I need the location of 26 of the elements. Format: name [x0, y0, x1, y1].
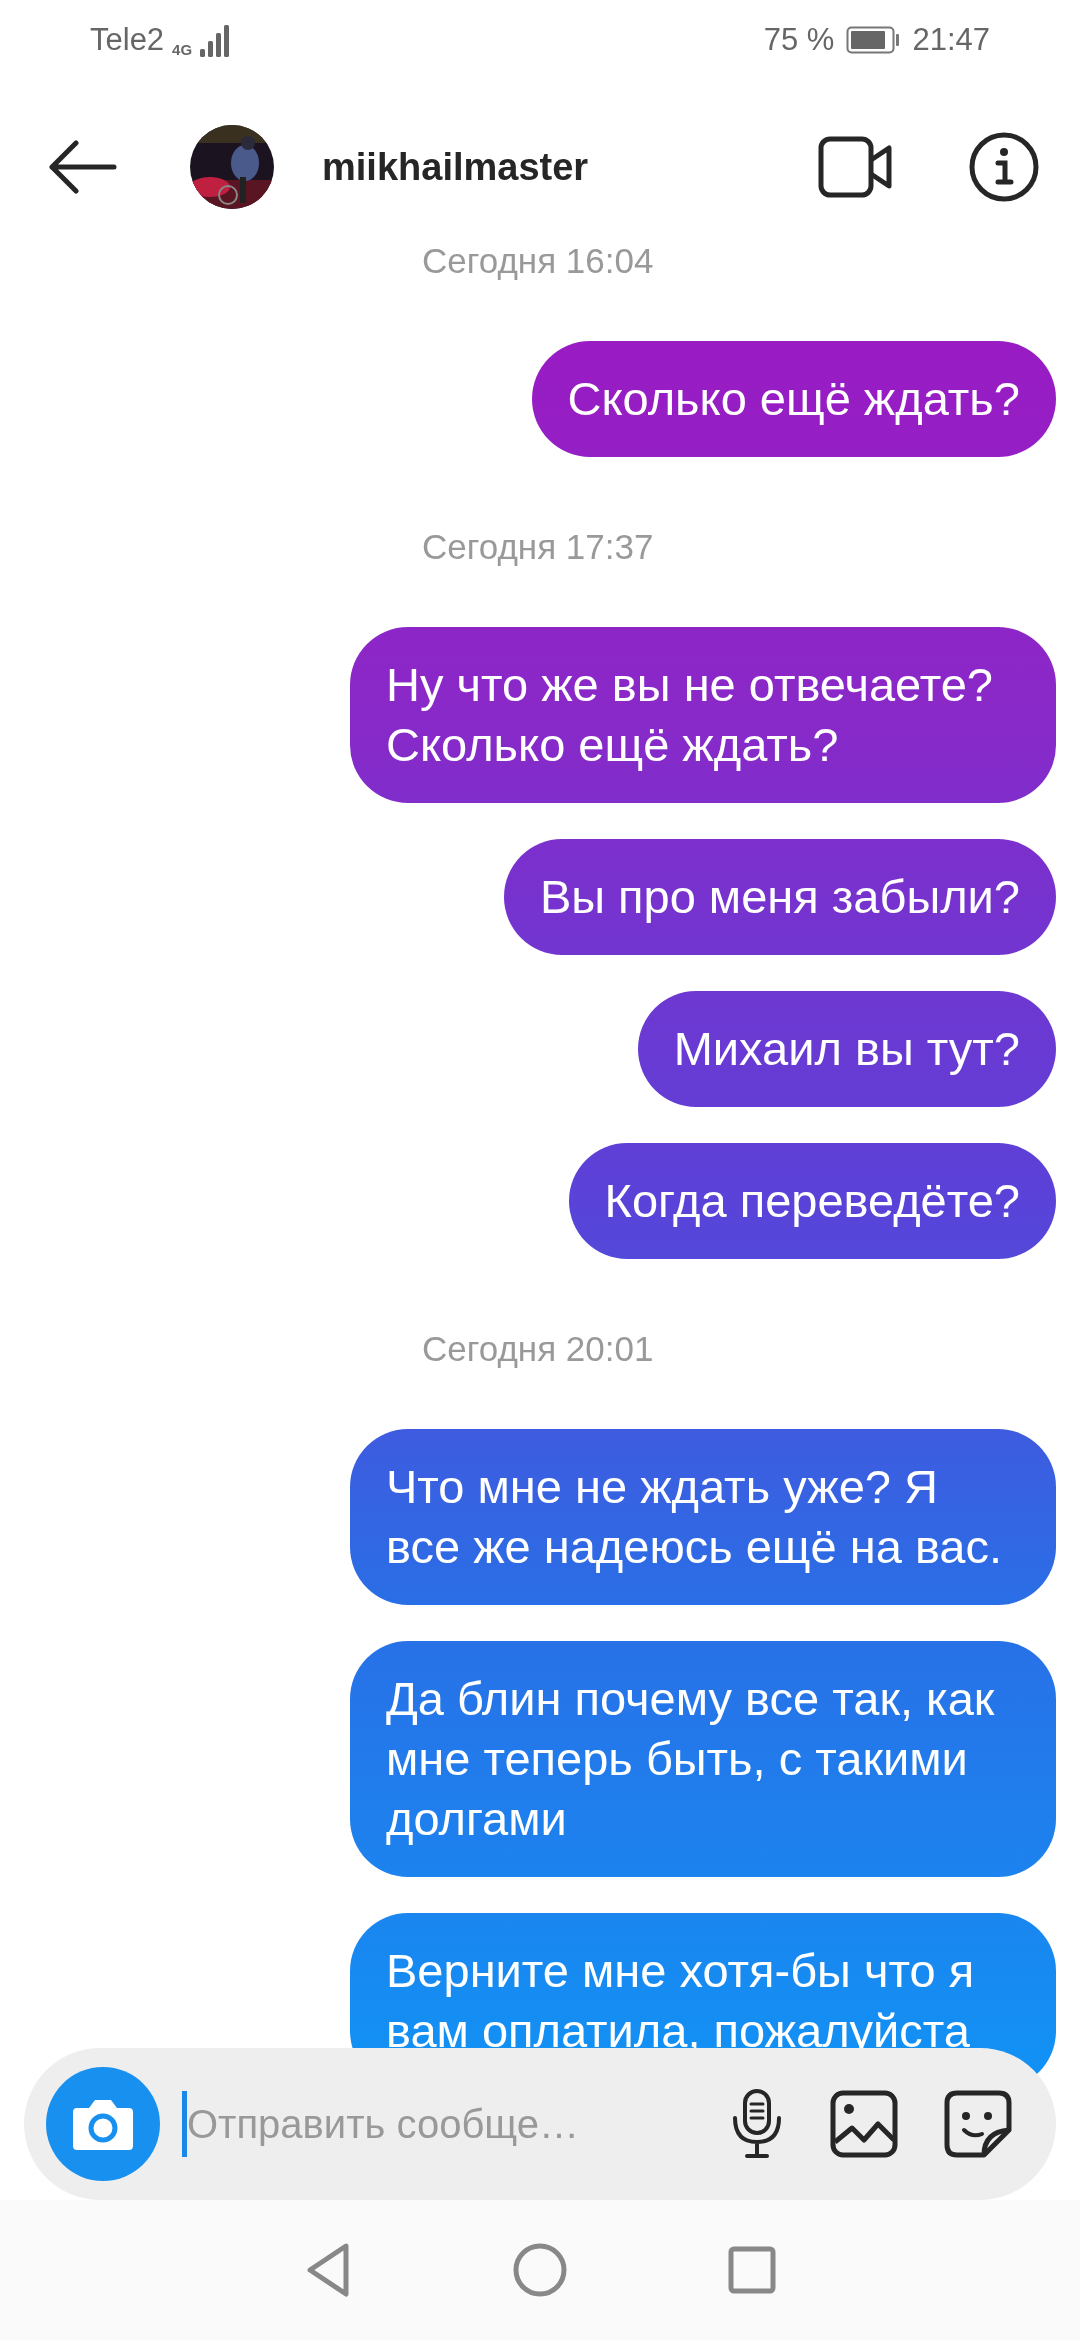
- carrier-name: Tele2: [90, 22, 165, 58]
- message-bubble: Сколько ещё ждать?: [531, 341, 1056, 457]
- message-bubble: Что мне не ждать уже? Я все же надеюсь ещё на вас.: [350, 1429, 1056, 1605]
- message-bubble: Да блин почему все так, как мне теперь быть, с такими долгами: [350, 1641, 1056, 1877]
- battery-percent: 75 %: [763, 22, 835, 58]
- signal-icon: [200, 23, 231, 57]
- info-icon[interactable]: [968, 131, 1040, 203]
- sticker-icon[interactable]: [944, 2090, 1012, 2158]
- message-bubble: Ну что же вы не отвечаете? Сколько ещё ждать?: [350, 627, 1056, 803]
- image-icon[interactable]: [830, 2090, 898, 2158]
- microphone-icon[interactable]: [730, 2088, 784, 2160]
- recents-nav-icon[interactable]: [728, 2246, 776, 2294]
- back-arrow-icon[interactable]: [48, 140, 118, 194]
- message-bubble: Вы про меня забыли?: [503, 839, 1056, 955]
- clock-time: 21:47: [912, 22, 990, 58]
- message-composer[interactable]: Отправить сообще…: [24, 2048, 1056, 2200]
- message-input[interactable]: Отправить сообще…: [187, 2101, 647, 2147]
- battery-icon: [846, 26, 901, 54]
- message-bubble: Когда переведёте?: [568, 1143, 1056, 1259]
- back-nav-icon[interactable]: [304, 2242, 352, 2298]
- username[interactable]: miikhailmaster: [322, 145, 818, 189]
- video-camera-icon[interactable]: [818, 136, 894, 198]
- text-cursor: [182, 2091, 187, 2157]
- network-type: 4G: [172, 42, 193, 57]
- message-bubble: Михаил вы тут?: [637, 991, 1056, 1107]
- home-nav-icon[interactable]: [512, 2242, 568, 2298]
